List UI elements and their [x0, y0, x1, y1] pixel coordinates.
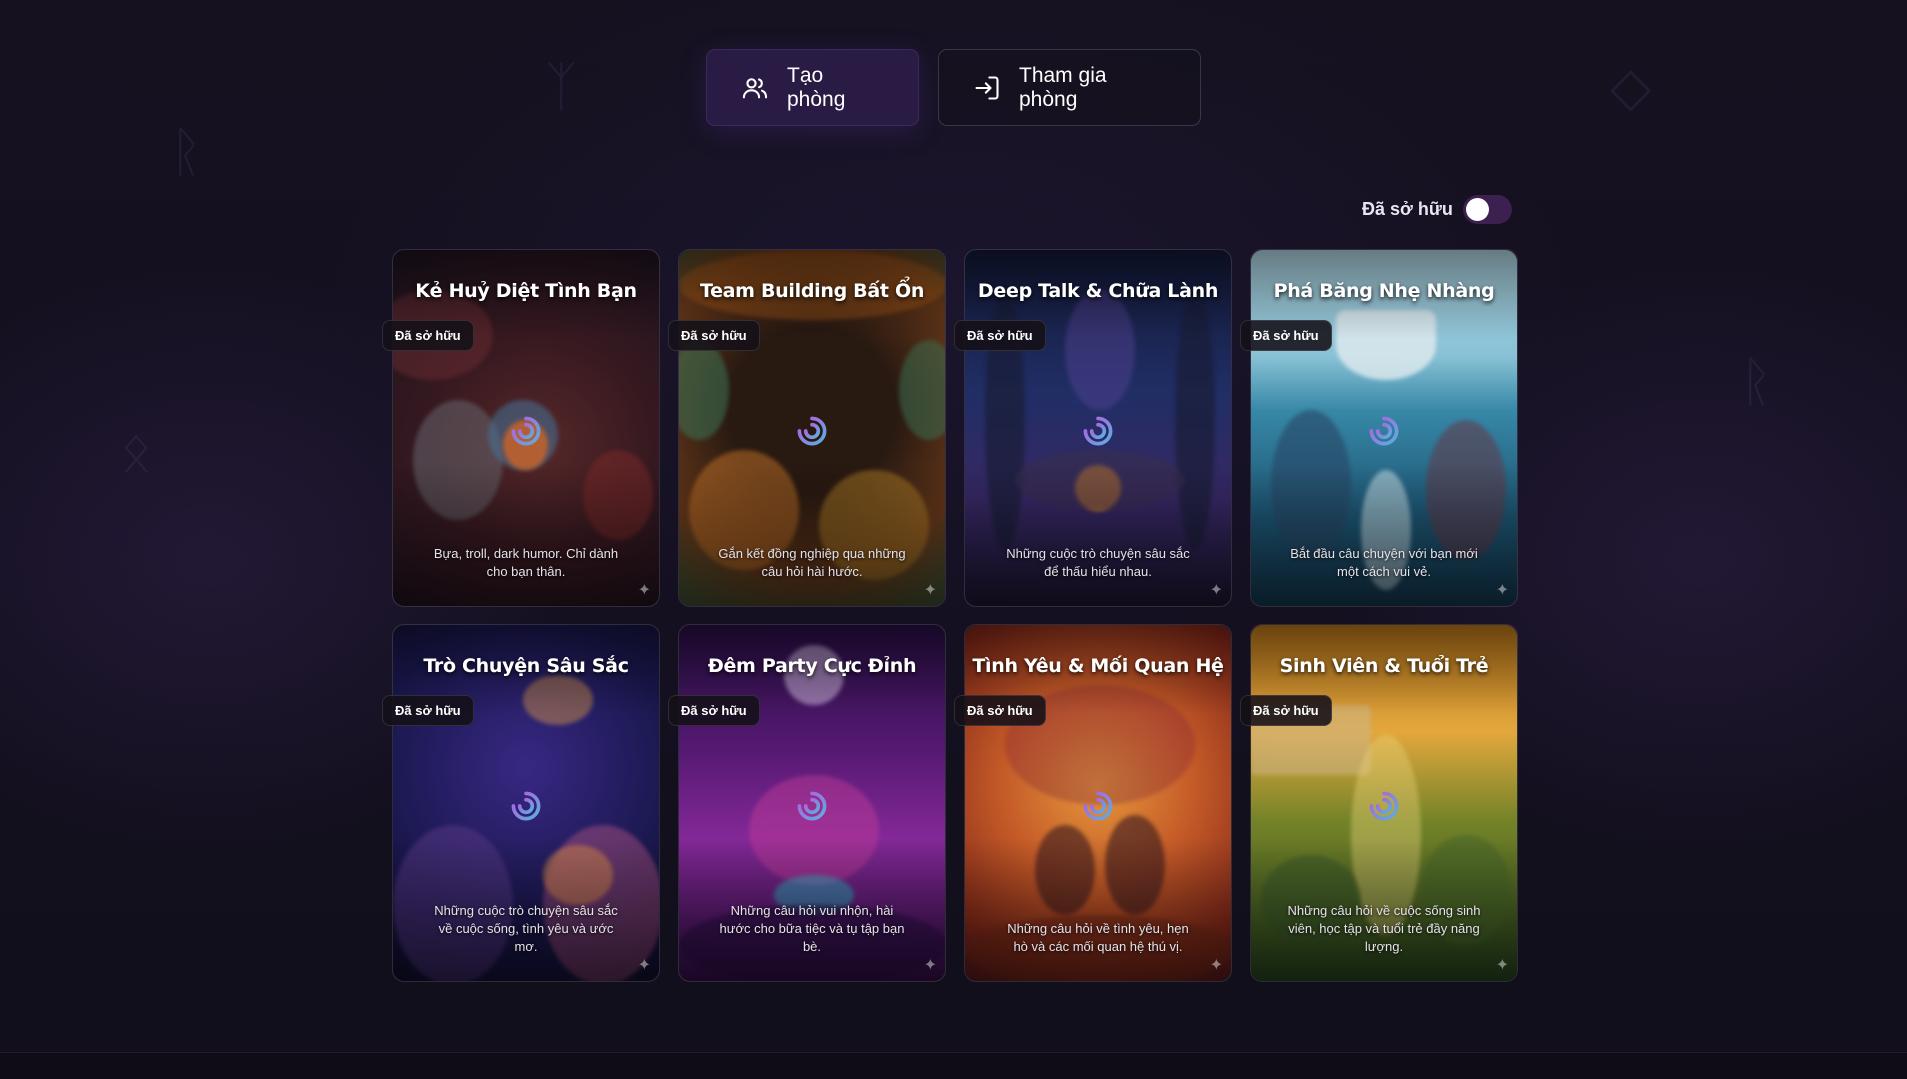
users-icon [742, 77, 768, 98]
owned-badge: Đã sở hữu [382, 695, 474, 726]
spiral-icon [511, 791, 541, 821]
footer-bar [0, 1052, 1907, 1079]
sparkle-icon: ✦ [1495, 582, 1509, 599]
owned-filter: Đã sở hữu [1362, 195, 1512, 224]
card-description: Bắt đầu câu chuyện với bạn mới một cách … [1290, 546, 1478, 579]
owned-badge: Đã sở hữu [954, 320, 1046, 351]
topic-card-grid: Kẻ Huỷ Diệt Tình Bạn Đã sở hữu Bựa, trol… [382, 249, 1518, 982]
owned-badge: Đã sở hữu [1240, 320, 1332, 351]
topic-card[interactable]: Tình Yêu & Mối Quan Hệ Đã sở hữu Những c… [954, 624, 1232, 982]
owned-badge: Đã sở hữu [668, 695, 760, 726]
join-room-button[interactable]: Tham gia phòng [938, 49, 1201, 126]
background-rune: ᚱ [170, 120, 203, 183]
card-title: Deep Talk & Chữa Lành [977, 280, 1219, 302]
topic-card[interactable]: Kẻ Huỷ Diệt Tình Bạn Đã sở hữu Bựa, trol… [382, 249, 660, 607]
card-description: Những cuộc trò chuyện sâu sắc về cuộc số… [434, 903, 618, 954]
owned-badge: Đã sở hữu [668, 320, 760, 351]
topic-card[interactable]: Trò Chuyện Sâu Sắc Đã sở hữu Những cuộc … [382, 624, 660, 982]
card-title: Phá Băng Nhẹ Nhàng [1273, 280, 1495, 302]
sparkle-icon: ✦ [637, 582, 651, 599]
sparkle-icon: ✦ [923, 582, 937, 599]
spiral-icon [797, 791, 827, 821]
card-description: Những câu hỏi về cuộc sống sinh viên, họ… [1287, 903, 1481, 954]
join-room-label: Tham gia phòng [1019, 63, 1107, 111]
owned-badge: Đã sở hữu [382, 320, 474, 351]
spiral-icon [1369, 791, 1399, 821]
sparkle-icon: ✦ [1495, 957, 1509, 974]
topic-card[interactable]: Phá Băng Nhẹ Nhàng Đã sở hữu Bắt đầu câu… [1240, 249, 1518, 607]
background-rune: ᛟ [120, 420, 153, 483]
card-description: Những câu hỏi về tình yêu, hẹn hò và các… [1007, 921, 1189, 954]
card-title: Sinh Viên & Tuổi Trẻ [1279, 655, 1489, 677]
topic-card[interactable]: Sinh Viên & Tuổi Trẻ Đã sở hữu Những câu… [1240, 624, 1518, 982]
sparkle-icon: ✦ [1209, 582, 1223, 599]
toggle-knob [1465, 198, 1489, 221]
card-description: Những câu hỏi vui nhộn, hài hước cho bữa… [719, 903, 905, 954]
card-title: Trò Chuyện Sâu Sắc [423, 655, 629, 677]
login-icon [975, 75, 999, 100]
card-title: Đêm Party Cực Đỉnh [707, 655, 917, 677]
card-title: Team Building Bất Ổn [699, 280, 925, 302]
owned-toggle-switch[interactable] [1462, 195, 1512, 224]
background-rune: ᚱ [1740, 350, 1773, 413]
spiral-icon [1369, 416, 1399, 446]
create-room-button[interactable]: Tạo phòng [706, 49, 919, 126]
card-description: Gắn kết đồng nghiệp qua những câu hỏi hà… [718, 546, 906, 579]
sparkle-icon: ✦ [637, 957, 651, 974]
owned-badge: Đã sở hữu [1240, 695, 1332, 726]
owned-filter-label: Đã sở hữu [1362, 199, 1453, 219]
card-description: Bựa, troll, dark humor. Chỉ dành cho bạn… [433, 546, 619, 579]
spiral-icon [797, 416, 827, 446]
create-room-label: Tạo phòng [787, 63, 846, 111]
sparkle-icon: ✦ [923, 957, 937, 974]
room-actions: Tạo phòng Tham gia phòng [0, 49, 1907, 126]
topic-card[interactable]: Team Building Bất Ổn Đã sở hữu Gắn kết đ… [668, 249, 946, 607]
owned-badge: Đã sở hữu [954, 695, 1046, 726]
card-description: Những cuộc trò chuyện sâu sắc để thấu hi… [1006, 546, 1190, 579]
topic-card[interactable]: Deep Talk & Chữa Lành Đã sở hữu Những cu… [954, 249, 1232, 607]
topic-card[interactable]: Đêm Party Cực Đỉnh Đã sở hữu Những câu h… [668, 624, 946, 982]
spiral-icon [1083, 416, 1113, 446]
card-title: Kẻ Huỷ Diệt Tình Bạn [415, 280, 637, 302]
spiral-icon [511, 416, 541, 446]
spiral-icon [1083, 791, 1113, 821]
card-title: Tình Yêu & Mối Quan Hệ [972, 655, 1224, 677]
sparkle-icon: ✦ [1209, 957, 1223, 974]
